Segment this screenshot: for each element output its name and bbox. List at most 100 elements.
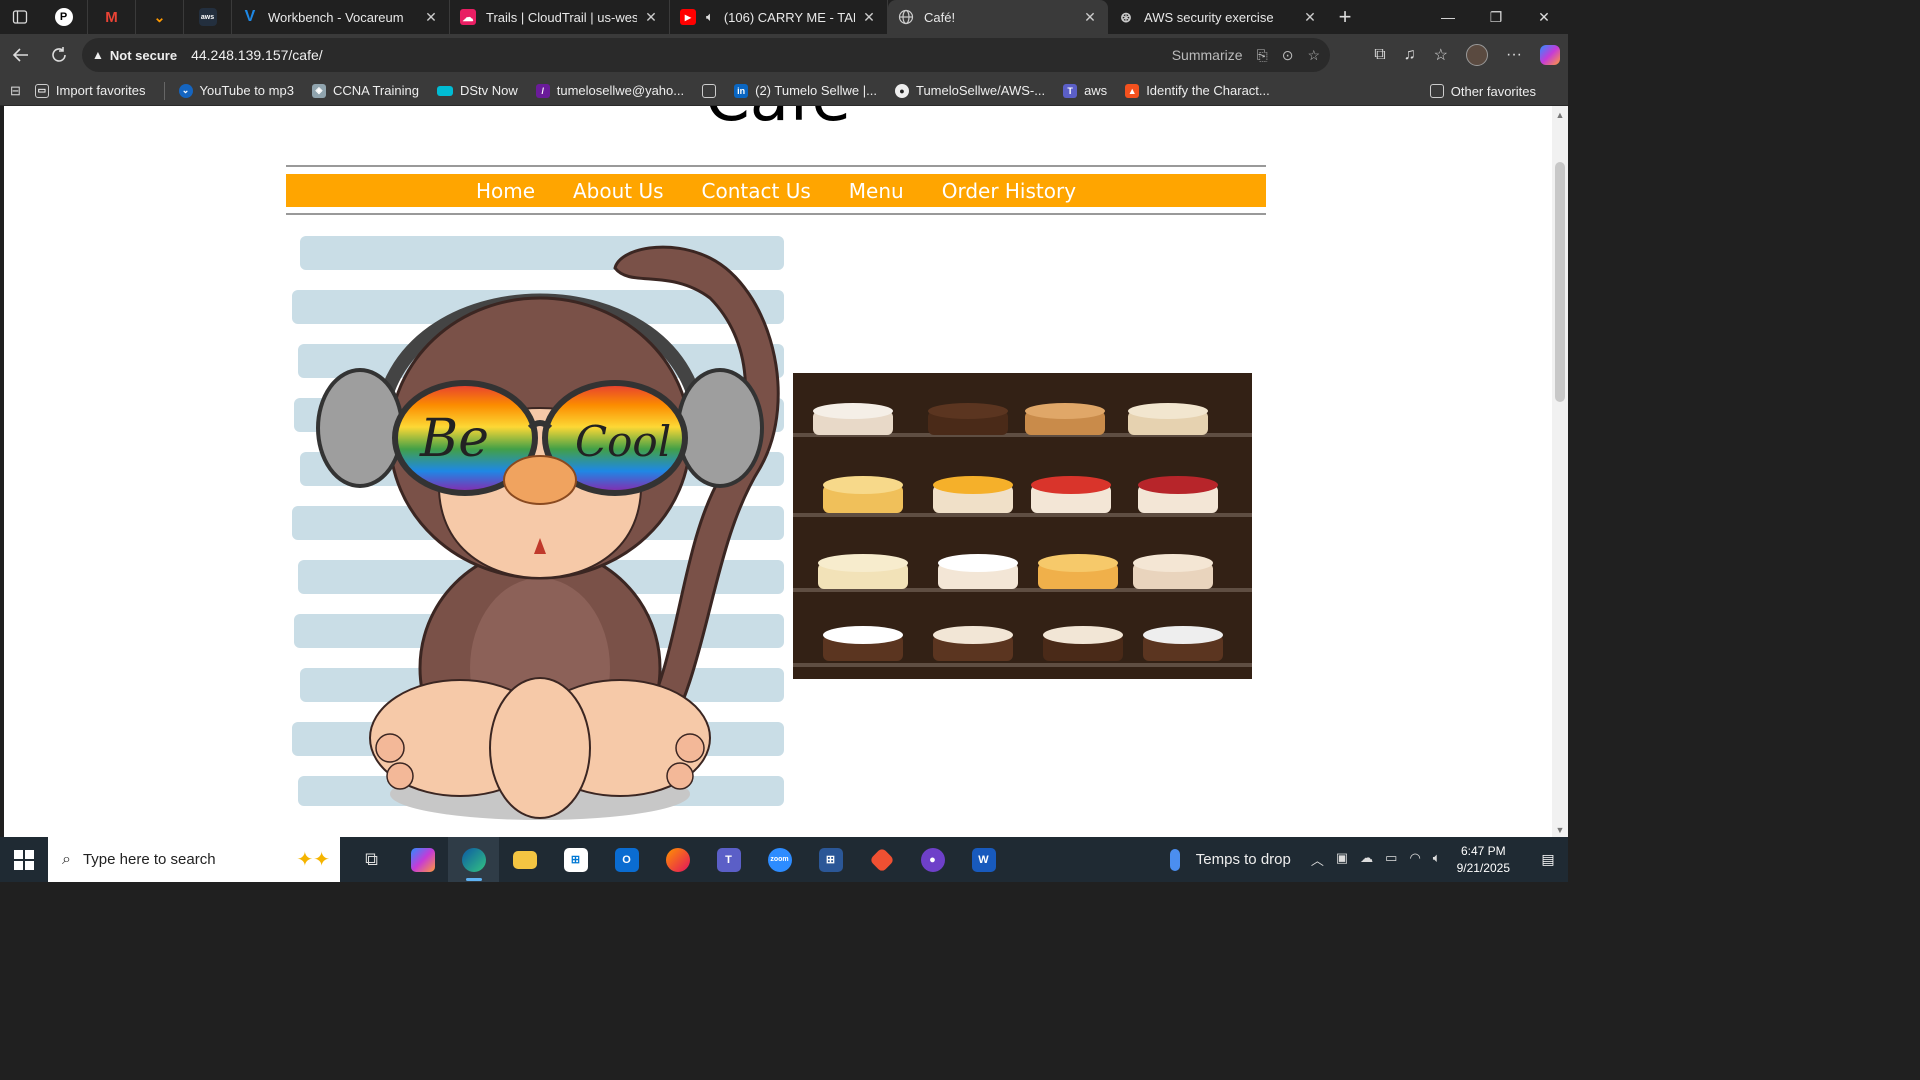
- url-text[interactable]: 44.248.139.157/cafe/: [191, 47, 323, 63]
- tab-aws-security[interactable]: ⊛ AWS security exercise ✕: [1108, 0, 1328, 34]
- favorite-item[interactable]: / tumelosellwe@yaho...: [535, 83, 684, 98]
- reading-icon[interactable]: ⎘: [1257, 47, 1268, 64]
- page-scrollbar[interactable]: ▲ ▼: [1552, 106, 1568, 837]
- settings-menu-icon[interactable]: ···: [1506, 46, 1522, 64]
- extensions-icon[interactable]: ⧉: [1374, 46, 1385, 64]
- import-icon: ▭: [34, 83, 49, 98]
- pinned-tab-gmail[interactable]: M: [88, 0, 136, 34]
- close-icon[interactable]: ✕: [643, 9, 659, 26]
- close-icon[interactable]: ✕: [423, 9, 439, 26]
- close-icon[interactable]: ✕: [1082, 9, 1098, 26]
- warning-icon: ▲: [92, 48, 104, 62]
- new-tab-button[interactable]: +: [1328, 4, 1362, 30]
- site-navigation: Home About Us Contact Us Menu Order Hist…: [286, 174, 1266, 207]
- collections-icon[interactable]: ⊟: [10, 83, 21, 99]
- summarize-button[interactable]: Summarize: [1172, 47, 1243, 63]
- windows-taskbar: ⌕ Type here to search ✦✦ ⧉ ⊞ O T zoom ⊞ …: [0, 837, 1568, 882]
- favorite-label: DStv Now: [459, 83, 518, 98]
- restore-icon[interactable]: ❐: [1472, 0, 1520, 34]
- github-icon: ●: [894, 83, 909, 98]
- favorite-label: YouTube to mp3: [199, 83, 294, 98]
- thermometer-icon: [1169, 848, 1180, 871]
- favorite-label: TumeloSellwe/AWS-...: [915, 83, 1046, 98]
- nav-contact-link[interactable]: Contact Us: [702, 179, 811, 203]
- more-actions-icon[interactable]: ⊙: [1282, 47, 1294, 64]
- taskbar-firefox[interactable]: [652, 837, 703, 882]
- favorite-label: aws: [1084, 83, 1108, 98]
- ytmp3-icon: ⌄: [178, 83, 193, 98]
- taskbar-file-explorer[interactable]: [499, 837, 550, 882]
- search-icon: ⌕: [62, 850, 71, 868]
- other-favorites[interactable]: Other favorites: [1429, 76, 1536, 106]
- pinned-tab-amazon[interactable]: ⌄: [136, 0, 184, 34]
- chevron-up-icon[interactable]: ︿: [1311, 850, 1324, 869]
- system-tray: Temps to drop ︿ ▣ ☁ ▭ ◠ 🔈︎ 6:47 PM 9/21/…: [1169, 837, 1568, 882]
- favorite-star-icon[interactable]: ☆: [1307, 47, 1320, 64]
- pinned-tab-aws[interactable]: aws: [184, 0, 232, 34]
- speaker-icon[interactable]: 🔈︎: [706, 9, 714, 25]
- taskbar-network-app[interactable]: ⊞: [805, 837, 856, 882]
- taskbar-git[interactable]: [856, 837, 907, 882]
- taskbar-zoom[interactable]: zoom: [754, 837, 805, 882]
- tab-youtube[interactable]: ▶ 🔈︎ (106) CARRY ME - TARR ✕: [670, 0, 888, 34]
- profile-avatar[interactable]: [1466, 44, 1489, 66]
- favorite-label: (2) Tumelo Sellwe |...: [755, 83, 877, 98]
- favorite-item[interactable]: ⌄ YouTube to mp3: [178, 83, 294, 98]
- favorite-item[interactable]: ▭ Import favorites: [34, 83, 146, 98]
- favorites-icon[interactable]: ☆: [1434, 45, 1448, 65]
- taskbar-teams[interactable]: T: [703, 837, 754, 882]
- tab-vocareum[interactable]: V Workbench - Vocareum ✕: [232, 0, 450, 34]
- favorite-item[interactable]: ▲ Identify the Charact...: [1125, 83, 1270, 98]
- taskbar-store[interactable]: ⊞: [550, 837, 601, 882]
- tray-icons: ︿ ▣ ☁ ▭ ◠ 🔈︎: [1311, 850, 1441, 869]
- scroll-up-icon[interactable]: ▲: [1555, 110, 1565, 120]
- taskbar-copilot[interactable]: [397, 837, 448, 882]
- battery-icon[interactable]: ▭: [1385, 850, 1397, 869]
- volume-icon[interactable]: 🔈︎: [1433, 850, 1441, 869]
- media-icon[interactable]: ♫: [1404, 46, 1416, 64]
- close-icon[interactable]: ✕: [1302, 9, 1318, 26]
- page-viewport: Café Home About Us Contact Us Menu Order…: [4, 106, 1568, 837]
- address-bar[interactable]: ▲ Not secure 44.248.139.157/cafe/ Summar…: [82, 38, 1330, 72]
- notification-icon[interactable]: ▤: [1528, 851, 1568, 868]
- favorite-item[interactable]: [702, 83, 717, 98]
- site-info-button[interactable]: ▲ Not secure: [92, 48, 177, 63]
- clock[interactable]: 6:47 PM 9/21/2025: [1457, 843, 1510, 877]
- taskbar-search[interactable]: ⌕ Type here to search ✦✦: [48, 837, 340, 882]
- tab-actions-icon[interactable]: [0, 0, 40, 34]
- close-icon[interactable]: ✕: [861, 9, 877, 26]
- favorite-item[interactable]: DStv Now: [436, 83, 518, 98]
- taskbar-apps: ⧉ ⊞ O T zoom ⊞ ● W: [346, 837, 1009, 882]
- wifi-icon[interactable]: ◠: [1409, 850, 1420, 869]
- scroll-down-icon[interactable]: ▼: [1555, 825, 1565, 835]
- nav-order-history-link[interactable]: Order History: [942, 179, 1076, 203]
- refresh-button[interactable]: [40, 36, 78, 74]
- meet-icon[interactable]: ▣: [1336, 850, 1348, 869]
- svg-text:Cool: Cool: [575, 417, 671, 466]
- copilot-icon[interactable]: [1540, 45, 1560, 65]
- nav-home-link[interactable]: Home: [476, 179, 535, 203]
- favorite-item[interactable]: ● TumeloSellwe/AWS-...: [894, 83, 1046, 98]
- tab-cloudtrail[interactable]: ☁ Trails | CloudTrail | us-west-2 ✕: [450, 0, 670, 34]
- favorite-item[interactable]: ◈ CCNA Training: [311, 83, 419, 98]
- pinned-tab-perplexity[interactable]: P: [40, 0, 88, 34]
- taskbar-word[interactable]: W: [958, 837, 1009, 882]
- taskbar-edge[interactable]: [448, 837, 499, 882]
- task-view-button[interactable]: ⧉: [346, 837, 397, 882]
- back-button[interactable]: [2, 36, 40, 74]
- minimize-icon[interactable]: —: [1424, 0, 1472, 34]
- security-label: Not secure: [109, 47, 178, 63]
- tab-cafe[interactable]: Café! ✕: [888, 0, 1108, 34]
- nav-menu-link[interactable]: Menu: [849, 179, 904, 203]
- taskbar-github[interactable]: ●: [907, 837, 958, 882]
- favorite-item[interactable]: in (2) Tumelo Sellwe |...: [734, 83, 877, 98]
- page-title: Café: [4, 106, 1552, 136]
- favorite-item[interactable]: T aws: [1063, 83, 1107, 98]
- nav-about-link[interactable]: About Us: [573, 179, 664, 203]
- close-window-icon[interactable]: ✕: [1520, 0, 1568, 34]
- onedrive-icon[interactable]: ☁: [1360, 850, 1373, 869]
- weather-widget[interactable]: Temps to drop: [1169, 848, 1291, 871]
- taskbar-outlook[interactable]: O: [601, 837, 652, 882]
- scrollbar-thumb[interactable]: [1555, 162, 1565, 402]
- start-button[interactable]: [0, 837, 48, 882]
